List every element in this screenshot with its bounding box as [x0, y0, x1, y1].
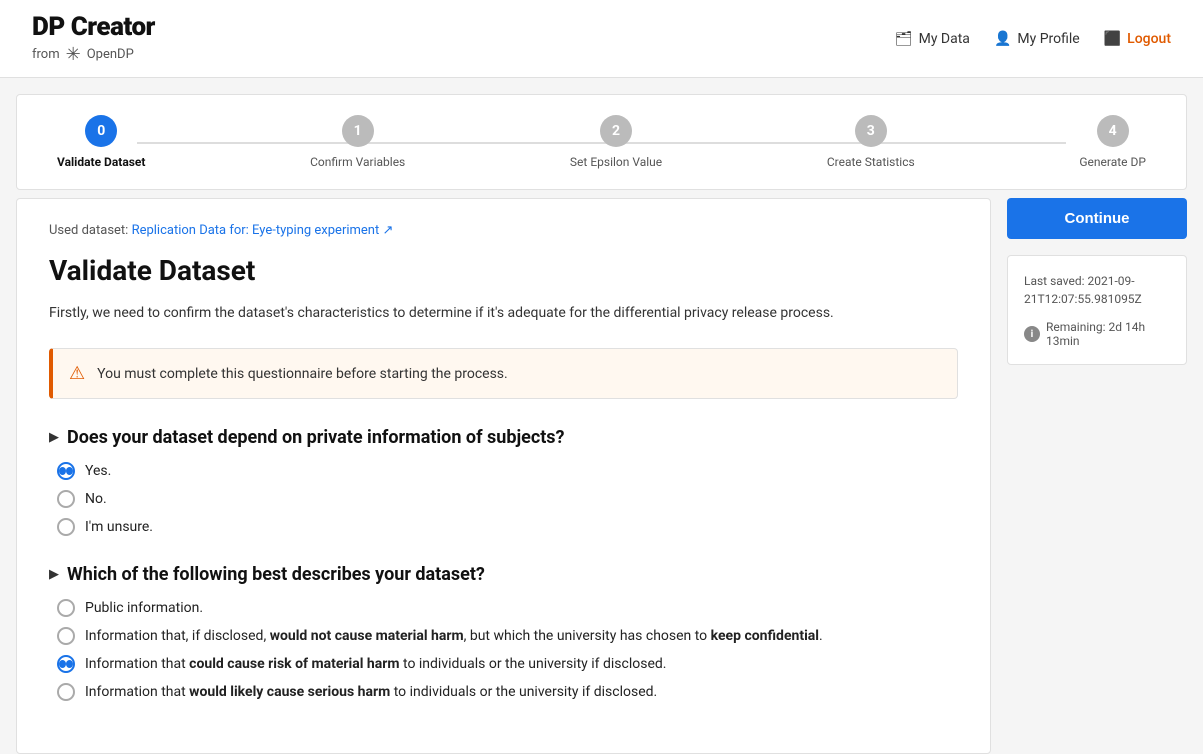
warning-box: ⚠ You must complete this questionnaire b…: [49, 348, 958, 399]
q2-option-couldcause[interactable]: Information that could cause risk of mat…: [57, 655, 958, 673]
person-icon: 👤: [994, 31, 1011, 47]
external-link-icon: ↗: [382, 223, 393, 238]
q1-radio-unsure[interactable]: [57, 518, 75, 536]
sidebar: Continue Last saved: 2021-09-21T12:07:55…: [1007, 198, 1187, 754]
step-4-circle: 4: [1097, 115, 1129, 147]
q2-label-couldcause: Information that could cause risk of mat…: [85, 656, 667, 672]
dataset-prefix: Used dataset:: [49, 223, 128, 238]
step-3[interactable]: 3 Create Statistics: [827, 115, 915, 169]
q2-option-public[interactable]: Public information.: [57, 599, 958, 617]
logout-label: Logout: [1127, 31, 1171, 47]
header: DP Creator from ✳ OpenDP 🗂 My Data 👤 My …: [0, 0, 1203, 78]
database-icon: 🗂: [895, 31, 913, 47]
last-saved-block: Last saved: 2021-09-21T12:07:55.981095Z: [1024, 272, 1170, 308]
opendp-label: OpenDP: [87, 47, 134, 62]
opendp-star-icon: ✳: [66, 44, 81, 65]
dataset-link-text: Replication Data for: Eye-typing experim…: [132, 223, 380, 238]
step-4-label: Generate DP: [1079, 155, 1146, 169]
q2-label-likelycause: Information that would likely cause seri…: [85, 684, 657, 700]
step-2[interactable]: 2 Set Epsilon Value: [570, 115, 662, 169]
q2-radio-notcause[interactable]: [57, 627, 75, 645]
info-icon: i: [1024, 326, 1040, 342]
q2-option-notcause[interactable]: Information that, if disclosed, would no…: [57, 627, 958, 645]
my-data-link[interactable]: 🗂 My Data: [895, 31, 970, 47]
logout-link[interactable]: ⬛ Logout: [1104, 31, 1171, 47]
warning-text: You must complete this questionnaire bef…: [97, 366, 508, 382]
stepper: 0 Validate Dataset 1 Confirm Variables 2…: [16, 94, 1187, 190]
question-2-section: ▶ Which of the following best describes …: [49, 564, 958, 701]
my-profile-label: My Profile: [1017, 31, 1079, 47]
question-1-options: Yes. No. I'm unsure.: [49, 462, 958, 536]
logo-area: DP Creator from ✳ OpenDP: [32, 12, 155, 65]
step-3-label: Create Statistics: [827, 155, 915, 169]
step-2-circle: 2: [600, 115, 632, 147]
question-1-section: ▶ Does your dataset depend on private in…: [49, 427, 958, 536]
q2-label-public: Public information.: [85, 600, 203, 616]
q1-label-yes: Yes.: [85, 463, 111, 479]
q1-option-no[interactable]: No.: [57, 490, 958, 508]
page-description: Firstly, we need to confirm the dataset'…: [49, 303, 958, 324]
step-0-circle: 0: [85, 115, 117, 147]
content-area: Used dataset: Replication Data for: Eye-…: [16, 198, 991, 754]
q1-label-no: No.: [85, 491, 107, 507]
question-1-arrow-icon: ▶: [49, 430, 59, 445]
step-1-circle: 1: [342, 115, 374, 147]
q1-radio-no[interactable]: [57, 490, 75, 508]
step-1-label: Confirm Variables: [310, 155, 405, 169]
q2-option-likelycause[interactable]: Information that would likely cause seri…: [57, 683, 958, 701]
my-profile-link[interactable]: 👤 My Profile: [994, 31, 1080, 47]
step-1[interactable]: 1 Confirm Variables: [310, 115, 405, 169]
sidebar-info: Last saved: 2021-09-21T12:07:55.981095Z …: [1007, 255, 1187, 365]
step-3-circle: 3: [855, 115, 887, 147]
question-2-title: Which of the following best describes yo…: [67, 564, 485, 585]
nav-links: 🗂 My Data 👤 My Profile ⬛ Logout: [895, 31, 1171, 47]
remaining-block: i Remaining: 2d 14h 13min: [1024, 320, 1170, 348]
remaining-label: Remaining: 2d 14h 13min: [1046, 320, 1170, 348]
q2-radio-likelycause[interactable]: [57, 683, 75, 701]
logo-title: DP Creator: [32, 12, 155, 42]
q1-option-yes[interactable]: Yes.: [57, 462, 958, 480]
logout-icon: ⬛: [1104, 31, 1121, 47]
step-0-label: Validate Dataset: [57, 155, 145, 169]
q1-option-unsure[interactable]: I'm unsure.: [57, 518, 958, 536]
q1-radio-yes[interactable]: [57, 462, 75, 480]
dataset-link[interactable]: Replication Data for: Eye-typing experim…: [132, 223, 394, 238]
last-saved-label: Last saved:: [1024, 274, 1085, 288]
q1-label-unsure: I'm unsure.: [85, 519, 153, 535]
question-2-options: Public information. Information that, if…: [49, 599, 958, 701]
from-label: from: [32, 47, 60, 62]
step-0[interactable]: 0 Validate Dataset: [57, 115, 145, 169]
question-2-header: ▶ Which of the following best describes …: [49, 564, 958, 585]
dataset-link-row: Used dataset: Replication Data for: Eye-…: [49, 223, 958, 238]
q2-label-notcause: Information that, if disclosed, would no…: [85, 628, 823, 644]
page-title: Validate Dataset: [49, 254, 958, 287]
main-layout: Used dataset: Replication Data for: Eye-…: [16, 198, 1187, 754]
question-1-title: Does your dataset depend on private info…: [67, 427, 565, 448]
question-2-arrow-icon: ▶: [49, 567, 59, 582]
step-2-label: Set Epsilon Value: [570, 155, 662, 169]
q2-radio-public[interactable]: [57, 599, 75, 617]
warning-icon: ⚠: [69, 363, 85, 384]
continue-button[interactable]: Continue: [1007, 198, 1187, 239]
logo-sub: from ✳ OpenDP: [32, 44, 155, 65]
q2-radio-couldcause[interactable]: [57, 655, 75, 673]
step-4[interactable]: 4 Generate DP: [1079, 115, 1146, 169]
question-1-header: ▶ Does your dataset depend on private in…: [49, 427, 958, 448]
my-data-label: My Data: [919, 31, 970, 47]
